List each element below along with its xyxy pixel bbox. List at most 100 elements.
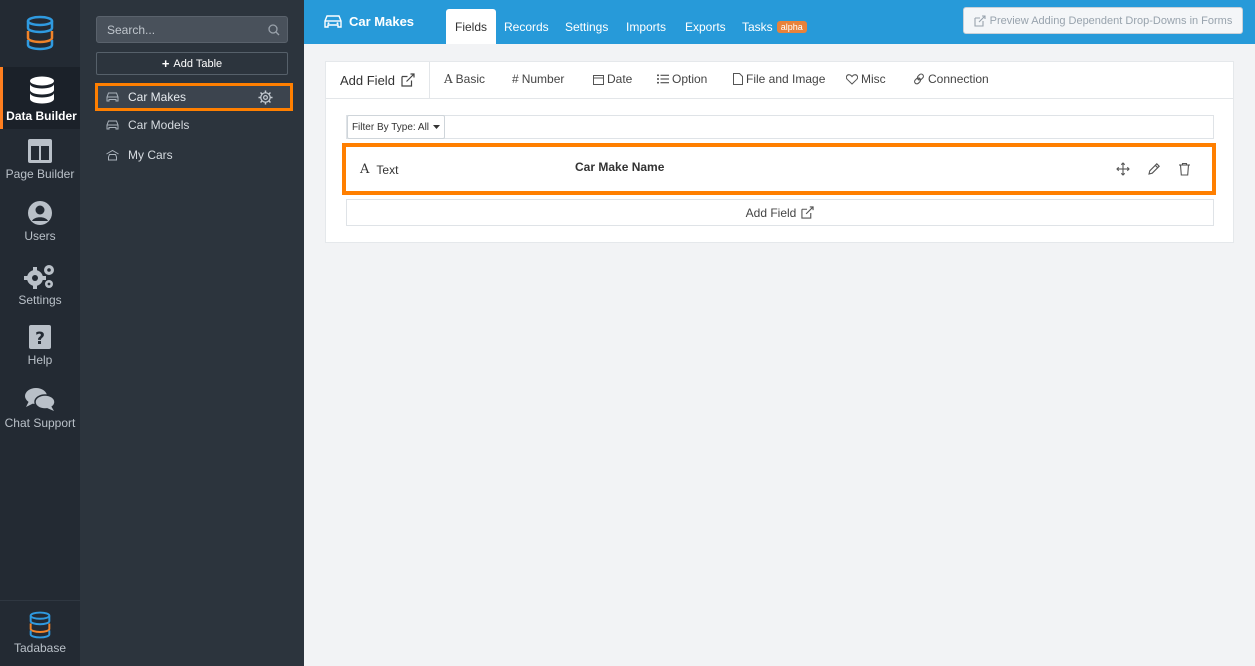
chat-icon (25, 388, 56, 411)
rail-label: Settings (18, 293, 62, 307)
tab-settings[interactable]: Settings (556, 9, 617, 44)
brand-footer[interactable]: Tadabase (0, 600, 80, 666)
external-edit-icon (401, 73, 415, 87)
edit-pencil-icon[interactable] (1147, 162, 1161, 176)
rail-item-users[interactable]: Users (0, 191, 80, 253)
brand-label: Tadabase (13, 641, 67, 655)
table-item-label: Car Makes (128, 90, 187, 104)
gears-icon (24, 265, 54, 289)
field-name: Car Make Name (575, 160, 665, 174)
tab-label: Settings (565, 19, 609, 34)
page-title: Car Makes (324, 14, 414, 29)
tadabase-brand-icon (29, 611, 51, 639)
hash-icon: # (512, 72, 519, 86)
field-type-bar: Add Field A Basic # Number Date Option F… (326, 62, 1233, 99)
car-icon (106, 92, 119, 102)
list-icon (657, 74, 669, 84)
field-row-car-make-name[interactable]: A Text Car Make Name (342, 143, 1216, 195)
filter-label: Filter By Type: All (351, 121, 430, 133)
main-header: Car Makes Fields Records Settings Import… (304, 0, 1255, 44)
rail-item-data-builder[interactable]: Data Builder (0, 67, 80, 129)
tab-label: Tasks (742, 19, 773, 34)
table-item-car-models[interactable]: Car Models (96, 112, 292, 138)
basic-icon: A (444, 72, 453, 86)
filter-by-type-dropdown[interactable]: Filter By Type: All (347, 115, 445, 139)
field-type-label: File and Image (746, 72, 826, 86)
tables-sidebar: Search... + Add Table Car Makes Car Mode… (80, 0, 304, 666)
field-type-label: Option (672, 72, 708, 86)
tab-exports[interactable]: Exports (676, 9, 735, 44)
field-type-label: Date (607, 72, 633, 86)
page-title-text: Car Makes (349, 14, 415, 29)
field-type-option[interactable]: Option (657, 72, 707, 86)
search-placeholder: Search... (107, 23, 156, 37)
field-type-file-image[interactable]: File and Image (733, 72, 825, 86)
calendar-icon (593, 74, 604, 85)
search-icon (268, 24, 280, 36)
trash-icon[interactable] (1178, 162, 1191, 176)
add-table-label: Add Table (173, 57, 223, 70)
external-edit-icon (801, 206, 814, 219)
field-row-inner: A Text Car Make Name (346, 147, 1212, 191)
field-type-basic[interactable]: A Basic (444, 72, 485, 86)
field-type-misc[interactable]: Misc (846, 72, 886, 86)
svg-text:?: ? (35, 329, 45, 349)
tab-label: Records (504, 19, 549, 34)
external-edit-icon (974, 14, 986, 27)
rail-label: Page Builder (5, 167, 75, 181)
link-icon (914, 73, 924, 85)
tab-records[interactable]: Records (495, 9, 558, 44)
file-icon (733, 73, 743, 85)
field-type-label: Connection (928, 72, 989, 86)
field-type-connection[interactable]: Connection (913, 72, 989, 86)
preview-dependent-dropdowns-button[interactable]: Preview Adding Dependent Drop-Downs in F… (963, 7, 1243, 34)
field-type-date[interactable]: Date (593, 72, 632, 86)
app-rail: Data Builder Page Builder Users Settings… (0, 0, 80, 666)
text-type-icon: A (360, 162, 370, 177)
add-field-top-button[interactable]: Add Field (326, 62, 430, 98)
table-item-car-makes[interactable]: Car Makes (95, 83, 293, 111)
plus-icon: + (161, 56, 170, 71)
field-type-cell: A Text (360, 162, 398, 177)
filter-row: Filter By Type: All (346, 115, 1214, 139)
move-icon[interactable] (1116, 162, 1130, 176)
table-search-input[interactable]: Search... (96, 16, 288, 43)
table-item-label: My Cars (128, 148, 173, 162)
add-table-button[interactable]: + Add Table (96, 52, 288, 75)
rail-item-page-builder[interactable]: Page Builder (0, 129, 80, 191)
tadabase-logo-icon[interactable] (0, 0, 80, 66)
rail-item-help[interactable]: ? Help (0, 315, 80, 377)
rail-item-chat-support[interactable]: Chat Support (0, 376, 80, 438)
tab-label: Imports (626, 19, 667, 34)
field-type-text: Text (376, 162, 399, 177)
add-field-label: Add Field (340, 72, 395, 88)
rail-label: Help (27, 353, 53, 367)
rail-label: Users (24, 229, 56, 243)
question-icon: ? (29, 325, 51, 349)
caret-down-icon (433, 124, 441, 129)
add-field-bottom-label: Add Field (745, 205, 797, 220)
tab-label: Fields (455, 19, 488, 34)
field-type-label: Number (521, 72, 565, 86)
car-icon (324, 15, 342, 28)
table-item-my-cars[interactable]: My Cars (96, 142, 292, 168)
fields-card: Add Field A Basic # Number Date Option F… (325, 61, 1234, 243)
car-icon (106, 120, 119, 130)
database-icon (29, 76, 54, 104)
garage-car-icon (106, 149, 119, 160)
field-type-number[interactable]: # Number (512, 72, 564, 86)
tab-fields[interactable]: Fields (446, 9, 497, 44)
table-settings-gear-icon[interactable] (258, 90, 273, 105)
rail-label: Data Builder (6, 109, 77, 123)
field-type-label: Misc (861, 72, 886, 86)
tab-label: Exports (685, 19, 726, 34)
preview-label: Preview Adding Dependent Drop-Downs in F… (989, 14, 1233, 27)
add-field-bottom-button[interactable]: Add Field (346, 199, 1214, 226)
tab-imports[interactable]: Imports (617, 9, 675, 44)
table-item-label: Car Models (128, 118, 190, 132)
tab-tasks[interactable]: Tasks alpha (733, 9, 816, 44)
heart-icon (846, 73, 858, 85)
rail-label: Chat Support (4, 416, 76, 430)
rail-item-settings[interactable]: Settings (0, 253, 80, 315)
alpha-badge: alpha (776, 20, 807, 33)
